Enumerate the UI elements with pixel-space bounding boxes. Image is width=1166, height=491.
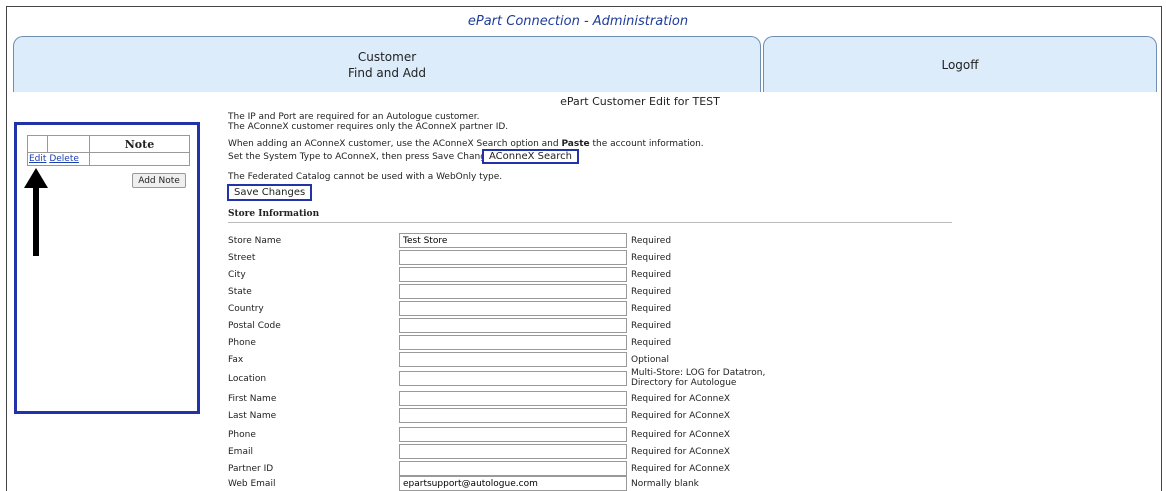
instruction-text: When adding an AConneX customer, use the…: [228, 139, 562, 149]
field-label: Street: [228, 253, 256, 263]
location-input[interactable]: [399, 371, 627, 386]
field-label: Phone: [228, 430, 256, 440]
notes-header-blank: [47, 135, 90, 153]
instruction-text: the account information.: [589, 139, 704, 149]
delete-note-link[interactable]: Delete: [49, 154, 79, 164]
field-label: Phone: [228, 338, 256, 348]
partner-id-input[interactable]: [399, 461, 627, 476]
field-hint: Required: [631, 236, 672, 246]
instruction-line: When adding an AConneX customer, use the…: [228, 139, 704, 150]
field-row-first-name: First Name Required for AConneX: [228, 391, 788, 407]
field-row-state: State Required: [228, 284, 788, 300]
add-note-button[interactable]: Add Note: [132, 173, 186, 188]
street-input[interactable]: [399, 250, 627, 265]
field-label: Last Name: [228, 411, 277, 421]
notes-actions-cell: Edit Delete: [27, 152, 90, 166]
instruction-line: The AConneX customer requires only the A…: [228, 122, 509, 132]
country-input[interactable]: [399, 301, 627, 316]
store-name-input[interactable]: [399, 233, 627, 248]
field-hint: Required: [631, 338, 672, 348]
field-hint: Required for AConneX: [631, 447, 731, 457]
field-row-web-email: Web Email Normally blank: [228, 476, 788, 491]
field-row-store-name: Store Name Required: [228, 233, 788, 249]
tab-logoff-label: Logoff: [941, 57, 979, 72]
contact-phone-input[interactable]: [399, 427, 627, 442]
field-row-street: Street Required: [228, 250, 788, 266]
field-hint-line: Multi-Store: LOG for Datatron,: [631, 368, 766, 378]
field-row-city: City Required: [228, 267, 788, 283]
field-label: Store Name: [228, 236, 282, 246]
field-hint: Required: [631, 270, 672, 280]
field-hint: Required for AConneX: [631, 411, 731, 421]
last-name-input[interactable]: [399, 408, 627, 423]
phone-input[interactable]: [399, 335, 627, 350]
field-label: State: [228, 287, 252, 297]
field-hint: Multi-Store: LOG for Datatron, Directory …: [631, 368, 765, 388]
field-label: Country: [228, 304, 264, 314]
first-name-input[interactable]: [399, 391, 627, 406]
edit-note-link[interactable]: Edit: [29, 154, 46, 164]
notes-header-blank: [27, 135, 48, 153]
field-label: Postal Code: [228, 321, 281, 331]
field-hint: Required for AConneX: [631, 464, 731, 474]
tab-customer-sublabel: Find and Add: [347, 65, 427, 80]
field-row-partner-id: Partner ID Required for AConneX: [228, 461, 788, 477]
field-hint: Required: [631, 304, 672, 314]
section-divider: [228, 222, 952, 223]
field-row-location: Location Multi-Store: LOG for Datatron, D…: [228, 368, 788, 388]
save-changes-button[interactable]: Save Changes: [227, 184, 313, 201]
tab-customer-label: Customer: [357, 49, 417, 64]
note-text-cell: [89, 152, 190, 166]
city-input[interactable]: [399, 267, 627, 282]
field-hint: Required: [631, 321, 672, 331]
section-title-store-information: Store Information: [228, 209, 320, 219]
field-hint: Required for AConneX: [631, 430, 731, 440]
up-arrow-icon: [24, 168, 48, 256]
email-input[interactable]: [399, 444, 627, 459]
state-input[interactable]: [399, 284, 627, 299]
field-label: Web Email: [228, 479, 276, 489]
field-label: First Name: [228, 394, 277, 404]
notes-header-row: Note: [27, 135, 190, 153]
field-hint: Required: [631, 287, 672, 297]
notes-table: Note Edit Delete: [27, 135, 190, 166]
instruction-line: Set the System Type to AConneX, then pre…: [228, 152, 500, 162]
field-row-last-name: Last Name Required for AConneX: [228, 408, 788, 424]
instruction-bold: Paste: [561, 139, 590, 149]
field-hint-line: Directory for Autologue: [631, 378, 737, 388]
field-hint: Normally blank: [631, 479, 699, 489]
field-label: Fax: [228, 355, 244, 365]
instruction-line: The Federated Catalog cannot be used wit…: [228, 172, 503, 182]
notes-panel: Note Edit Delete Add Note: [14, 122, 200, 414]
page-heading: ePart Customer Edit for TEST: [560, 95, 720, 108]
field-row-fax: Fax Optional: [228, 352, 788, 368]
field-label: Location: [228, 374, 267, 384]
tab-customer-find-add[interactable]: Customer Find and Add: [13, 36, 761, 92]
field-row-country: Country Required: [228, 301, 788, 317]
field-label: City: [228, 270, 246, 280]
tab-logoff[interactable]: Logoff: [763, 36, 1157, 92]
notes-column-header: Note: [89, 135, 190, 153]
field-hint: Required: [631, 253, 672, 263]
field-row-postal-code: Postal Code Required: [228, 318, 788, 334]
field-label: Email: [228, 447, 253, 457]
field-label: Partner ID: [228, 464, 274, 474]
field-hint: Required for AConneX: [631, 394, 731, 404]
fax-input[interactable]: [399, 352, 627, 367]
postal-code-input[interactable]: [399, 318, 627, 333]
app-title: ePart Connection - Administration: [467, 14, 689, 29]
field-row-contact-phone: Phone Required for AConneX: [228, 427, 788, 443]
field-hint: Optional: [631, 355, 670, 365]
field-row-phone: Phone Required: [228, 335, 788, 351]
field-row-email: Email Required for AConneX: [228, 444, 788, 460]
web-email-input[interactable]: [399, 476, 627, 491]
aconnex-search-button[interactable]: AConneX Search: [482, 149, 579, 164]
notes-row: Edit Delete: [27, 152, 190, 166]
